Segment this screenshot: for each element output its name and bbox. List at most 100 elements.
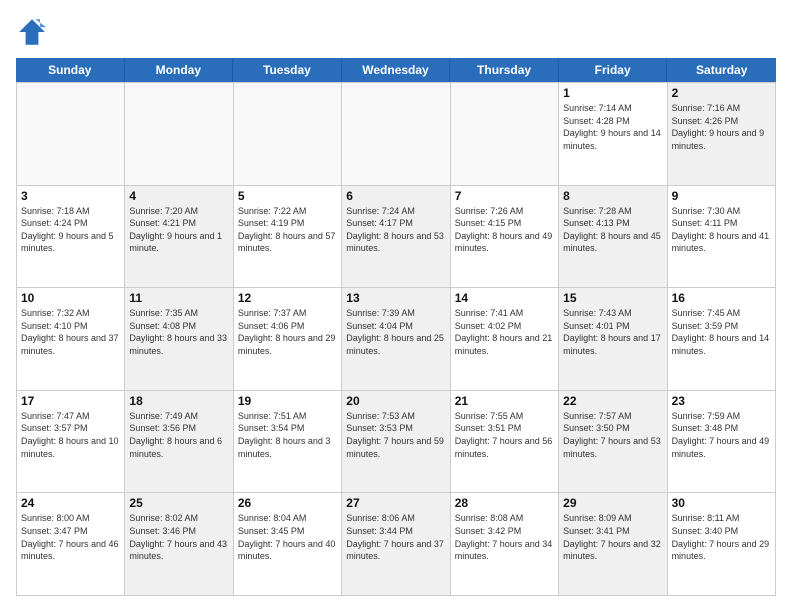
day-info: Sunrise: 7:32 AM Sunset: 4:10 PM Dayligh… (21, 307, 120, 357)
day-number: 9 (672, 189, 771, 203)
logo (16, 16, 52, 48)
day-info: Sunrise: 7:24 AM Sunset: 4:17 PM Dayligh… (346, 205, 445, 255)
week-row-4: 17Sunrise: 7:47 AM Sunset: 3:57 PM Dayli… (17, 391, 776, 494)
day-number: 3 (21, 189, 120, 203)
day-cell-30: 30 Sunrise: 8:11 AM Sunset: 3:40 PM Dayli… (668, 493, 776, 595)
weekday-header-wednesday: Wednesday (342, 58, 451, 82)
day-info: Sunrise: 7:30 AM Sunset: 4:11 PM Dayligh… (672, 205, 771, 255)
day-info: Sunrise: 7:41 AM Sunset: 4:02 PM Dayligh… (455, 307, 554, 357)
day-number: 26 (238, 496, 337, 510)
day-number: 8 (563, 189, 662, 203)
day-number: 24 (21, 496, 120, 510)
day-info: Sunrise: 7:47 AM Sunset: 3:57 PM Dayligh… (21, 410, 120, 460)
day-number: 29 (563, 496, 662, 510)
day-info: Sunrise: 7:39 AM Sunset: 4:04 PM Dayligh… (346, 307, 445, 357)
empty-cell-0-4 (451, 83, 559, 185)
day-number: 11 (129, 291, 228, 305)
weekday-header-friday: Friday (559, 58, 668, 82)
logo-icon (16, 16, 48, 48)
day-number: 19 (238, 394, 337, 408)
day-number: 1 (563, 86, 662, 100)
day-number: 6 (346, 189, 445, 203)
day-number: 13 (346, 291, 445, 305)
day-info: Sunrise: 8:04 AM Sunset: 3:45 PM Dayligh… (238, 512, 337, 562)
day-cell-12: 12Sunrise: 7:37 AM Sunset: 4:06 PM Dayli… (234, 288, 342, 390)
day-number: 7 (455, 189, 554, 203)
calendar: SundayMondayTuesdayWednesdayThursdayFrid… (16, 58, 776, 596)
day-info: Sunrise: 7:37 AM Sunset: 4:06 PM Dayligh… (238, 307, 337, 357)
day-cell-25: 25 Sunrise: 8:02 AM Sunset: 3:46 PM Dayli… (125, 493, 233, 595)
day-info: Sunrise: 8:08 AM Sunset: 3:42 PM Dayligh… (455, 512, 554, 562)
calendar-body: 1 Sunrise: 7:14 AM Sunset: 4:28 PM Daylig… (16, 82, 776, 596)
day-cell-7: 7 Sunrise: 7:26 AM Sunset: 4:15 PM Daylig… (451, 186, 559, 288)
day-info: Sunrise: 7:49 AM Sunset: 3:56 PM Dayligh… (129, 410, 228, 460)
day-cell-22: 22 Sunrise: 7:57 AM Sunset: 3:50 PM Dayli… (559, 391, 667, 493)
day-info: Sunrise: 7:59 AM Sunset: 3:48 PM Dayligh… (672, 410, 771, 460)
day-number: 22 (563, 394, 662, 408)
day-cell-23: 23 Sunrise: 7:59 AM Sunset: 3:48 PM Dayli… (668, 391, 776, 493)
day-number: 28 (455, 496, 554, 510)
day-number: 14 (455, 291, 554, 305)
day-info: Sunrise: 7:57 AM Sunset: 3:50 PM Dayligh… (563, 410, 662, 460)
page: SundayMondayTuesdayWednesdayThursdayFrid… (0, 0, 792, 612)
day-cell-26: 26 Sunrise: 8:04 AM Sunset: 3:45 PM Dayli… (234, 493, 342, 595)
header (16, 16, 776, 48)
day-number: 2 (672, 86, 771, 100)
day-cell-8: 8Sunrise: 7:28 AM Sunset: 4:13 PM Daylig… (559, 186, 667, 288)
day-info: Sunrise: 8:02 AM Sunset: 3:46 PM Dayligh… (129, 512, 228, 562)
day-cell-10: 10Sunrise: 7:32 AM Sunset: 4:10 PM Dayli… (17, 288, 125, 390)
day-cell-4: 4 Sunrise: 7:20 AM Sunset: 4:21 PM Daylig… (125, 186, 233, 288)
day-number: 30 (672, 496, 771, 510)
week-row-5: 24 Sunrise: 8:00 AM Sunset: 3:47 PM Dayli… (17, 493, 776, 596)
empty-cell-0-2 (234, 83, 342, 185)
day-cell-19: 19Sunrise: 7:51 AM Sunset: 3:54 PM Dayli… (234, 391, 342, 493)
day-cell-24: 24 Sunrise: 8:00 AM Sunset: 3:47 PM Dayli… (17, 493, 125, 595)
week-row-1: 1 Sunrise: 7:14 AM Sunset: 4:28 PM Daylig… (17, 83, 776, 186)
day-info: Sunrise: 7:45 AM Sunset: 3:59 PM Dayligh… (672, 307, 771, 357)
empty-cell-0-3 (342, 83, 450, 185)
day-info: Sunrise: 7:43 AM Sunset: 4:01 PM Dayligh… (563, 307, 662, 357)
day-info: Sunrise: 8:11 AM Sunset: 3:40 PM Dayligh… (672, 512, 771, 562)
day-number: 21 (455, 394, 554, 408)
day-number: 20 (346, 394, 445, 408)
day-cell-2: 2Sunrise: 7:16 AM Sunset: 4:26 PM Daylig… (668, 83, 776, 185)
day-number: 25 (129, 496, 228, 510)
calendar-header: SundayMondayTuesdayWednesdayThursdayFrid… (16, 58, 776, 82)
day-info: Sunrise: 7:35 AM Sunset: 4:08 PM Dayligh… (129, 307, 228, 357)
day-cell-16: 16 Sunrise: 7:45 AM Sunset: 3:59 PM Dayli… (668, 288, 776, 390)
day-number: 15 (563, 291, 662, 305)
week-row-3: 10Sunrise: 7:32 AM Sunset: 4:10 PM Dayli… (17, 288, 776, 391)
day-info: Sunrise: 7:14 AM Sunset: 4:28 PM Dayligh… (563, 102, 662, 152)
day-cell-20: 20 Sunrise: 7:53 AM Sunset: 3:53 PM Dayli… (342, 391, 450, 493)
day-cell-17: 17Sunrise: 7:47 AM Sunset: 3:57 PM Dayli… (17, 391, 125, 493)
day-number: 23 (672, 394, 771, 408)
day-info: Sunrise: 8:06 AM Sunset: 3:44 PM Dayligh… (346, 512, 445, 562)
day-cell-13: 13 Sunrise: 7:39 AM Sunset: 4:04 PM Dayli… (342, 288, 450, 390)
day-cell-14: 14 Sunrise: 7:41 AM Sunset: 4:02 PM Dayli… (451, 288, 559, 390)
day-number: 16 (672, 291, 771, 305)
day-info: Sunrise: 7:55 AM Sunset: 3:51 PM Dayligh… (455, 410, 554, 460)
day-info: Sunrise: 7:53 AM Sunset: 3:53 PM Dayligh… (346, 410, 445, 460)
day-cell-5: 5 Sunrise: 7:22 AM Sunset: 4:19 PM Daylig… (234, 186, 342, 288)
day-cell-29: 29Sunrise: 8:09 AM Sunset: 3:41 PM Dayli… (559, 493, 667, 595)
day-info: Sunrise: 8:00 AM Sunset: 3:47 PM Dayligh… (21, 512, 120, 562)
day-number: 5 (238, 189, 337, 203)
day-cell-18: 18 Sunrise: 7:49 AM Sunset: 3:56 PM Dayli… (125, 391, 233, 493)
day-info: Sunrise: 7:26 AM Sunset: 4:15 PM Dayligh… (455, 205, 554, 255)
week-row-2: 3Sunrise: 7:18 AM Sunset: 4:24 PM Daylig… (17, 186, 776, 289)
day-cell-11: 11 Sunrise: 7:35 AM Sunset: 4:08 PM Dayli… (125, 288, 233, 390)
empty-cell-0-1 (125, 83, 233, 185)
day-cell-27: 27 Sunrise: 8:06 AM Sunset: 3:44 PM Dayli… (342, 493, 450, 595)
day-number: 27 (346, 496, 445, 510)
weekday-header-monday: Monday (125, 58, 234, 82)
day-info: Sunrise: 7:22 AM Sunset: 4:19 PM Dayligh… (238, 205, 337, 255)
day-cell-21: 21 Sunrise: 7:55 AM Sunset: 3:51 PM Dayli… (451, 391, 559, 493)
weekday-header-thursday: Thursday (450, 58, 559, 82)
day-cell-3: 3Sunrise: 7:18 AM Sunset: 4:24 PM Daylig… (17, 186, 125, 288)
day-cell-28: 28 Sunrise: 8:08 AM Sunset: 3:42 PM Dayli… (451, 493, 559, 595)
empty-cell-0-0 (17, 83, 125, 185)
day-number: 4 (129, 189, 228, 203)
day-info: Sunrise: 7:20 AM Sunset: 4:21 PM Dayligh… (129, 205, 228, 255)
day-cell-1: 1 Sunrise: 7:14 AM Sunset: 4:28 PM Daylig… (559, 83, 667, 185)
day-number: 18 (129, 394, 228, 408)
